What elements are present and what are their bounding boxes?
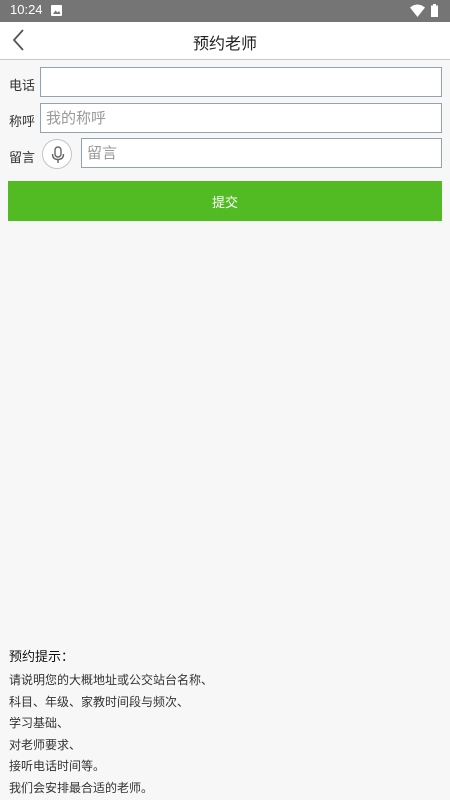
tips-line: 我们会安排最合适的老师。 (9, 780, 154, 795)
status-bar: 10:24 (0, 0, 450, 22)
tips-line: 对老师要求、 (9, 737, 82, 752)
status-time: 10:24 (10, 2, 43, 17)
booking-tips: 预约提示： 请说明您的大概地址或公交站台名称、 科目、年级、家教时间段与频次、 … (9, 648, 213, 799)
battery-icon (431, 4, 438, 17)
microphone-icon (51, 146, 65, 163)
tips-line: 科目、年级、家教时间段与频次、 (9, 694, 190, 709)
tips-line: 请说明您的大概地址或公交站台名称、 (9, 673, 214, 687)
image-icon (51, 5, 62, 16)
tips-line: 接听电话时间等。 (9, 759, 106, 773)
header-bar: 预约老师 (0, 22, 450, 60)
voice-input-button[interactable] (42, 139, 72, 169)
message-input[interactable] (81, 138, 442, 168)
page-title: 预约老师 (192, 34, 257, 53)
wifi-icon (410, 4, 425, 17)
phone-input[interactable] (40, 67, 442, 97)
name-input[interactable] (40, 103, 442, 133)
tips-line: 学习基础、 (9, 716, 70, 730)
submit-button[interactable]: 提交 (8, 181, 442, 221)
phone-label: 电话 (9, 79, 36, 94)
tips-title: 预约提示： (9, 650, 75, 665)
message-label: 留言 (9, 151, 36, 166)
name-label: 称呼 (9, 115, 36, 130)
